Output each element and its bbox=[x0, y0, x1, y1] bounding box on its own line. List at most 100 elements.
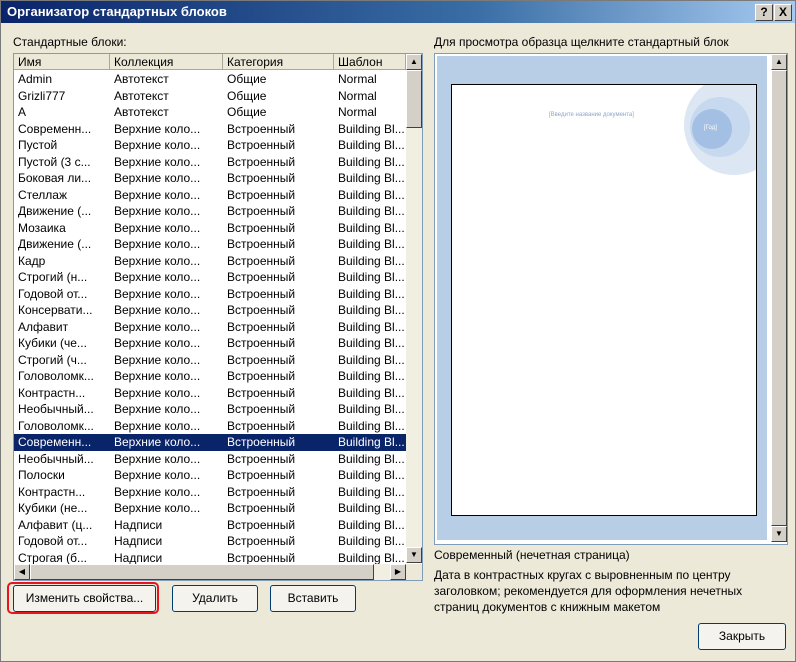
scroll-left-arrow-icon[interactable]: ◀ bbox=[14, 564, 30, 580]
table-row[interactable]: Полоски Верхние коло... Встроенный Building… bbox=[14, 467, 406, 484]
cell-collection: Верхние коло... bbox=[114, 501, 201, 515]
table-row[interactable]: Алфавит (ц... Надписи Встроенный Building B… bbox=[14, 517, 406, 534]
cell-collection: Верхние коло... bbox=[114, 270, 201, 284]
cell-collection: Верхние коло... bbox=[114, 352, 201, 367]
list-horizontal-scrollbar[interactable]: ◀ ▶ bbox=[14, 564, 406, 580]
table-row[interactable]: Современн... Верхние коло... Встроенный Bui… bbox=[14, 121, 406, 138]
preview-scroll-down-icon[interactable]: ▼ bbox=[771, 526, 787, 542]
cell-template: Normal bbox=[338, 105, 377, 119]
table-row[interactable]: А Автотекст Общие Normal bbox=[14, 104, 406, 121]
table-row[interactable]: Строгий (ч... Верхние коло... Встроенный Bu… bbox=[14, 352, 406, 369]
cell-category: Встроенный bbox=[227, 435, 296, 449]
preview-scroll-thumb[interactable] bbox=[771, 70, 787, 526]
table-row[interactable]: Контрастн... Верхние коло... Встроенный Bui… bbox=[14, 385, 406, 402]
table-row[interactable]: Головоломк... Верхние коло... Встроенный Bu… bbox=[14, 368, 406, 385]
scroll-thumb[interactable] bbox=[406, 70, 422, 128]
table-row[interactable]: Контрастн... Верхние коло... Встроенный Bui… bbox=[14, 484, 406, 501]
cell-category: Встроенный bbox=[227, 270, 296, 284]
cell-category: Общие bbox=[227, 88, 267, 103]
table-row[interactable]: Строгий (н... Верхние коло... Встроенный Bu… bbox=[14, 269, 406, 286]
table-row[interactable]: Современн... Верхние коло... Встроенный Bui… bbox=[14, 434, 406, 451]
cell-name: Годовой от... bbox=[18, 534, 88, 548]
table-row[interactable]: Кубики (не... Верхние коло... Встроенный Bu… bbox=[14, 500, 406, 517]
cell-name: А bbox=[18, 105, 27, 119]
insert-button[interactable]: Вставить bbox=[270, 585, 356, 612]
preview-scrollbar[interactable]: ▲ ▼ bbox=[771, 54, 787, 542]
cell-name: Мозаика bbox=[18, 220, 66, 235]
list-vertical-scrollbar[interactable]: ▲ ▼ bbox=[406, 54, 422, 563]
cell-category: Общие bbox=[227, 105, 267, 119]
table-row[interactable]: Алфавит Верхние коло... Встроенный Building… bbox=[14, 319, 406, 336]
scrollbar-corner bbox=[406, 564, 422, 580]
cell-category: Встроенный bbox=[227, 484, 296, 499]
table-row[interactable]: Движение (... Верхние коло... Встроенный Bu… bbox=[14, 236, 406, 253]
list-header: Имя Коллекция Категория Шаблон bbox=[14, 54, 406, 71]
table-row[interactable]: Годовой от... Надписи Встроенный Building B… bbox=[14, 533, 406, 550]
table-row[interactable]: Необычный... Верхние коло... Встроенный Bui… bbox=[14, 401, 406, 418]
cell-template: Building Bl... bbox=[338, 220, 405, 235]
preview-scroll-up-icon[interactable]: ▲ bbox=[771, 54, 787, 70]
table-row[interactable]: Пустой (3 с... Верхние коло... Встроенный B… bbox=[14, 154, 406, 171]
cell-name: Современн... bbox=[18, 435, 92, 449]
year-placeholder: [Год] bbox=[704, 125, 717, 131]
cell-name: Полоски bbox=[18, 468, 65, 482]
table-row[interactable]: Необычный... Верхние коло... Встроенный Bui… bbox=[14, 451, 406, 468]
table-row[interactable]: Grizli777 Автотекст Общие Normal bbox=[14, 88, 406, 105]
building-blocks-list[interactable]: Имя Коллекция Категория Шаблон Admin Авто… bbox=[13, 53, 423, 581]
cell-name: Головоломк... bbox=[18, 369, 94, 383]
table-row[interactable]: Консервати... Верхние коло... Встроенный Bu… bbox=[14, 302, 406, 319]
cell-collection: Верхние коло... bbox=[114, 385, 201, 400]
table-row[interactable]: Движение (... Верхние коло... Встроенный Bu… bbox=[14, 203, 406, 220]
cell-name: Боковая ли... bbox=[18, 171, 92, 185]
help-button[interactable]: ? bbox=[755, 4, 773, 21]
column-header-template[interactable]: Шаблон bbox=[334, 54, 406, 70]
table-row[interactable]: Пустой Верхние коло... Встроенный Building … bbox=[14, 137, 406, 154]
scroll-down-arrow-icon[interactable]: ▼ bbox=[406, 547, 422, 563]
cell-collection: Верхние коло... bbox=[114, 237, 201, 251]
cell-name: Необычный... bbox=[18, 402, 94, 416]
cell-category: Встроенный bbox=[227, 385, 296, 400]
cell-category: Встроенный bbox=[227, 171, 296, 185]
column-header-collection[interactable]: Коллекция bbox=[110, 54, 223, 70]
cell-template: Building Bl... bbox=[338, 319, 405, 334]
cell-template: Building Bl... bbox=[338, 237, 405, 251]
cell-collection: Верхние коло... bbox=[114, 303, 201, 317]
table-row[interactable]: Admin Автотекст Общие Normal bbox=[14, 71, 406, 88]
table-row[interactable]: Стеллаж Верхние коло... Встроенный Building… bbox=[14, 187, 406, 204]
cell-name: Движение (... bbox=[18, 237, 92, 251]
cell-template: Normal bbox=[338, 72, 377, 86]
delete-button[interactable]: Удалить bbox=[172, 585, 258, 612]
close-button[interactable]: Закрыть bbox=[698, 623, 786, 650]
table-row[interactable]: Головоломк... Верхние коло... Встроенный Bu… bbox=[14, 418, 406, 435]
cell-category: Встроенный bbox=[227, 352, 296, 367]
table-row[interactable]: Кадр Верхние коло... Встроенный Building Bl… bbox=[14, 253, 406, 270]
cell-category: Встроенный bbox=[227, 138, 296, 152]
cell-name: Головоломк... bbox=[18, 418, 94, 433]
cell-template: Building Bl... bbox=[338, 468, 405, 482]
cell-name: Стеллаж bbox=[18, 187, 68, 202]
scroll-up-arrow-icon[interactable]: ▲ bbox=[406, 54, 422, 70]
scroll-right-arrow-icon[interactable]: ▶ bbox=[390, 564, 406, 580]
column-header-name[interactable]: Имя bbox=[14, 54, 110, 70]
cell-collection: Верхние коло... bbox=[114, 286, 201, 301]
cell-template: Building Bl... bbox=[338, 171, 405, 185]
cell-collection: Верхние коло... bbox=[114, 121, 201, 136]
horizontal-scroll-thumb[interactable] bbox=[30, 564, 374, 580]
cell-name: Алфавит bbox=[18, 319, 69, 334]
table-row[interactable]: Мозаика Верхние коло... Встроенный Building… bbox=[14, 220, 406, 237]
column-header-category[interactable]: Категория bbox=[223, 54, 334, 70]
edit-properties-button[interactable]: Изменить свойства... bbox=[13, 585, 156, 612]
table-row[interactable]: Боковая ли... Верхние коло... Встроенный Bu… bbox=[14, 170, 406, 187]
table-row[interactable]: Годовой от... Верхние коло... Встроенный Bu… bbox=[14, 286, 406, 303]
close-window-button[interactable]: X bbox=[774, 4, 792, 21]
cell-template: Building Bl... bbox=[338, 534, 405, 548]
cell-template: Building Bl... bbox=[338, 517, 405, 532]
cell-category: Встроенный bbox=[227, 418, 296, 433]
building-blocks-organizer-dialog: Организатор стандартных блоков ? X Станд… bbox=[0, 0, 796, 662]
cell-collection: Верхние коло... bbox=[114, 171, 201, 185]
cell-template: Building Bl... bbox=[338, 138, 405, 152]
table-row[interactable]: Кубики (че... Верхние коло... Встроенный Bu… bbox=[14, 335, 406, 352]
cell-collection: Автотекст bbox=[114, 105, 169, 119]
cell-name: Современн... bbox=[18, 121, 92, 136]
cell-template: Building Bl... bbox=[338, 303, 405, 317]
